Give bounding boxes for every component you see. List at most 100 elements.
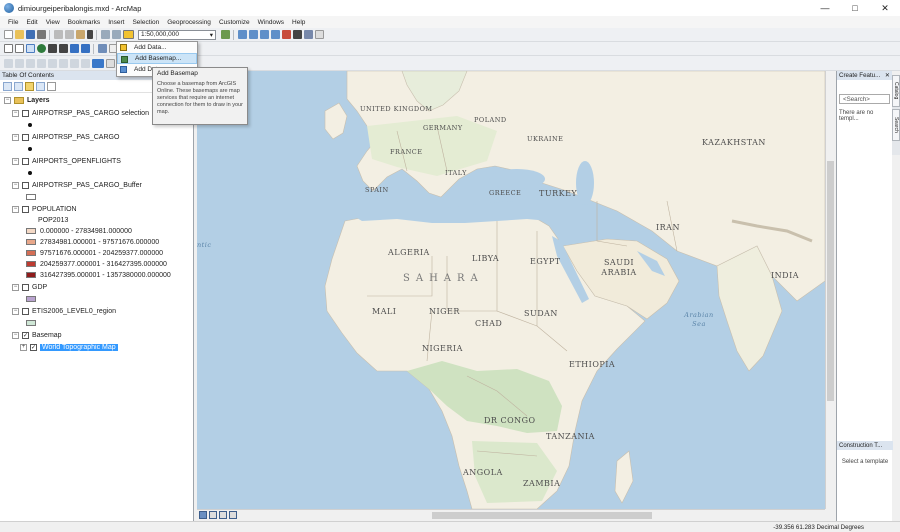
toc-layer-item[interactable]: − AIRPOTRSP_PAS_CARGO bbox=[12, 132, 119, 142]
layer-visibility-checkbox[interactable] bbox=[22, 109, 29, 117]
collapse-icon[interactable]: − bbox=[12, 157, 19, 165]
menu-item-add-data[interactable]: Add Data... bbox=[117, 42, 197, 53]
delete-icon[interactable] bbox=[86, 30, 93, 39]
layer-visibility-checkbox[interactable]: ✓ bbox=[30, 343, 37, 351]
list-by-selection-icon[interactable] bbox=[36, 81, 45, 91]
toc-layer-item[interactable]: − AIRPOTRSP_PAS_CARGO_Buffer bbox=[12, 180, 142, 190]
menu-geoprocessing[interactable]: Geoprocessing bbox=[163, 19, 215, 26]
expand-icon[interactable]: + bbox=[20, 343, 27, 351]
paste-icon[interactable] bbox=[75, 30, 85, 39]
layout-tool-icon[interactable] bbox=[3, 58, 13, 68]
zoom-in-icon[interactable] bbox=[3, 44, 13, 53]
print-icon[interactable] bbox=[36, 30, 46, 39]
list-by-drawing-order-icon[interactable] bbox=[3, 81, 12, 91]
collapse-icon[interactable]: − bbox=[12, 181, 19, 189]
layer-visibility-checkbox[interactable] bbox=[22, 283, 29, 291]
template-search-input[interactable]: <Search> bbox=[839, 94, 890, 104]
full-extent-icon[interactable] bbox=[36, 44, 46, 53]
menu-windows[interactable]: Windows bbox=[254, 19, 288, 26]
close-button[interactable]: ✕ bbox=[870, 0, 900, 16]
refresh-icon[interactable] bbox=[219, 511, 227, 519]
scrollbar-thumb[interactable] bbox=[827, 161, 834, 401]
collapse-icon[interactable]: − bbox=[12, 331, 19, 339]
maximize-button[interactable]: □ bbox=[840, 0, 870, 16]
layout-tool-icon[interactable] bbox=[80, 58, 90, 68]
layer-visibility-checkbox[interactable] bbox=[22, 133, 29, 141]
layout-tool-icon[interactable] bbox=[105, 58, 115, 68]
layout-view-icon[interactable] bbox=[209, 511, 217, 519]
toc-layer-basemap[interactable]: − ✓ Basemap bbox=[12, 330, 62, 340]
catalog-icon[interactable] bbox=[259, 30, 269, 39]
help-pointer-icon[interactable] bbox=[314, 30, 324, 39]
collapse-icon[interactable]: − bbox=[4, 96, 11, 104]
toc-layer-gdp[interactable]: − GDP bbox=[12, 282, 47, 292]
pause-drawing-icon[interactable] bbox=[229, 511, 237, 519]
fixed-zoom-out-icon[interactable] bbox=[58, 44, 68, 53]
layer-visibility-checkbox[interactable] bbox=[22, 307, 29, 315]
toc-layer-population[interactable]: − POPULATION bbox=[12, 204, 77, 214]
back-extent-icon[interactable] bbox=[69, 44, 79, 53]
pan-icon[interactable] bbox=[25, 44, 35, 53]
menu-file[interactable]: File bbox=[4, 19, 22, 26]
zoom-out-icon[interactable] bbox=[14, 44, 24, 53]
layout-tool-icon[interactable] bbox=[58, 58, 68, 68]
collapse-icon[interactable]: − bbox=[12, 283, 19, 291]
scrollbar-thumb[interactable] bbox=[432, 512, 652, 519]
menu-customize[interactable]: Customize bbox=[215, 19, 254, 26]
layout-tool-icon[interactable] bbox=[91, 58, 104, 68]
fixed-zoom-in-icon[interactable] bbox=[47, 44, 57, 53]
collapse-icon[interactable]: − bbox=[12, 205, 19, 213]
editor-toolbar-icon[interactable] bbox=[220, 30, 230, 39]
new-document-icon[interactable] bbox=[3, 30, 13, 39]
menu-help[interactable]: Help bbox=[288, 19, 309, 26]
catalog-tab[interactable]: Catalog bbox=[892, 75, 900, 107]
toc-options-icon[interactable] bbox=[47, 81, 56, 91]
toc-layer-item[interactable]: − AIRPOTRSP_PAS_CARGO selection bbox=[12, 108, 149, 118]
minimize-button[interactable]: — bbox=[810, 0, 840, 16]
list-by-visibility-icon[interactable] bbox=[25, 81, 34, 91]
forward-extent-icon[interactable] bbox=[80, 44, 90, 53]
layout-tool-icon[interactable] bbox=[25, 58, 35, 68]
toc-root-layers[interactable]: − Layers bbox=[4, 95, 50, 105]
layout-tool-icon[interactable] bbox=[47, 58, 57, 68]
redo-icon[interactable] bbox=[111, 30, 121, 39]
layer-visibility-checkbox[interactable] bbox=[22, 181, 29, 189]
search-window-icon[interactable] bbox=[270, 30, 280, 39]
layout-tool-icon[interactable] bbox=[69, 58, 79, 68]
menu-view[interactable]: View bbox=[42, 19, 64, 26]
menu-bookmarks[interactable]: Bookmarks bbox=[64, 19, 105, 26]
close-icon[interactable]: ✕ bbox=[885, 72, 892, 79]
toc-layer-item[interactable]: − AIRPORTS_OPENFLIGHTS bbox=[12, 156, 121, 166]
collapse-icon[interactable]: − bbox=[12, 133, 19, 141]
editor-icon[interactable] bbox=[237, 30, 247, 39]
map-horizontal-scrollbar[interactable] bbox=[197, 509, 825, 520]
select-features-icon[interactable] bbox=[97, 44, 107, 53]
toc-layer-etis[interactable]: − ETIS2006_LEVEL0_region bbox=[12, 306, 116, 316]
list-by-source-icon[interactable] bbox=[14, 81, 23, 91]
layout-tool-icon[interactable] bbox=[36, 58, 46, 68]
undo-icon[interactable] bbox=[100, 30, 110, 39]
table-of-contents-icon[interactable] bbox=[248, 30, 258, 39]
save-icon[interactable] bbox=[25, 30, 35, 39]
map-view[interactable]: UNITED KINGDOM POLAND GERMANY UKRAINE FR… bbox=[197, 71, 825, 509]
map-vertical-scrollbar[interactable] bbox=[825, 71, 834, 509]
arctoolbox-icon[interactable] bbox=[281, 30, 291, 39]
layout-tool-icon[interactable] bbox=[14, 58, 24, 68]
layer-visibility-checkbox[interactable] bbox=[22, 205, 29, 213]
data-view-icon[interactable] bbox=[199, 511, 207, 519]
map-scale-combo[interactable]: 1:50,000,000 ▾ bbox=[138, 29, 216, 40]
menu-edit[interactable]: Edit bbox=[22, 19, 41, 26]
python-window-icon[interactable] bbox=[292, 30, 302, 39]
model-builder-icon[interactable] bbox=[303, 30, 313, 39]
add-data-icon[interactable] bbox=[122, 30, 134, 39]
menu-insert[interactable]: Insert bbox=[104, 19, 128, 26]
layer-visibility-checkbox[interactable] bbox=[22, 157, 29, 165]
cut-icon[interactable] bbox=[53, 30, 63, 39]
menu-selection[interactable]: Selection bbox=[128, 19, 163, 26]
search-tab[interactable]: Search bbox=[892, 109, 900, 141]
open-folder-icon[interactable] bbox=[14, 30, 24, 39]
menu-item-add-basemap[interactable]: Add Basemap... bbox=[117, 53, 197, 64]
collapse-icon[interactable]: − bbox=[12, 307, 19, 315]
layer-visibility-checkbox[interactable]: ✓ bbox=[22, 331, 29, 339]
collapse-icon[interactable]: − bbox=[12, 109, 19, 117]
